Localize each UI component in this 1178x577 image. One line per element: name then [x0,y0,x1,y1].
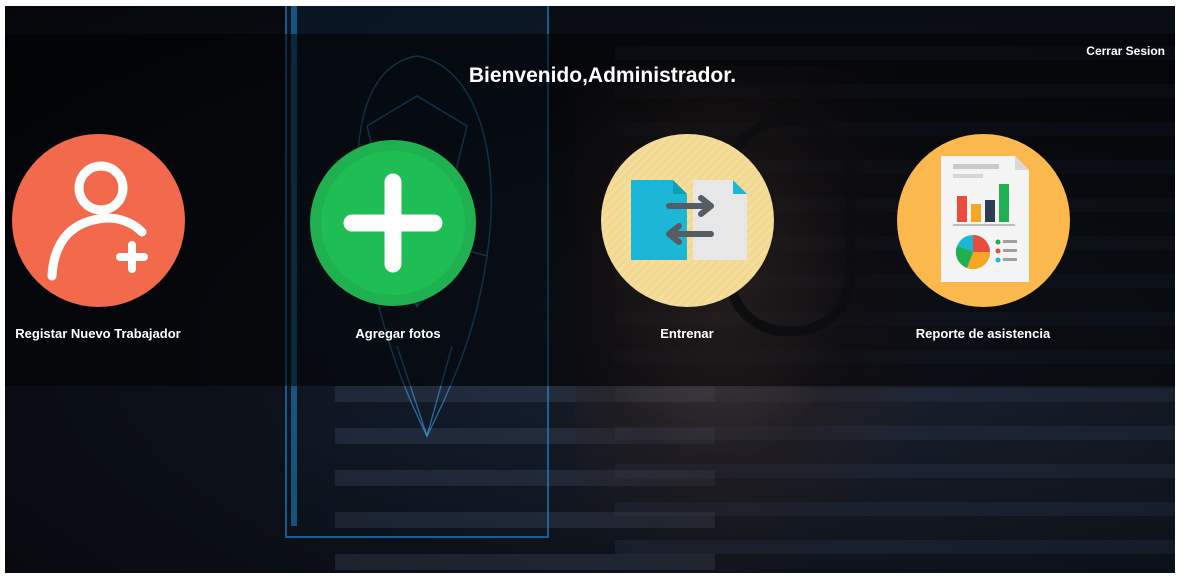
logout-link[interactable]: Cerrar Sesion [1086,44,1165,58]
main-screen: Cerrar Sesion Bienvenido,Administrador. … [5,6,1175,573]
add-photos-label[interactable]: Agregar fotos [278,326,518,341]
report-chart-icon [897,134,1070,307]
register-worker-label[interactable]: Registar Nuevo Trabajador [5,326,218,341]
plus-icon [310,140,476,306]
file-transfer-icon [601,134,774,307]
register-worker-tile[interactable]: Registar Nuevo Trabajador [8,134,188,354]
train-button[interactable] [601,134,774,307]
add-user-icon [12,134,185,307]
attendance-report-tile[interactable]: Reporte de asistencia [893,134,1073,354]
attendance-report-label[interactable]: Reporte de asistencia [863,326,1103,341]
page-title: Bienvenido,Administrador. [468,64,737,87]
register-worker-button[interactable] [12,134,185,307]
add-photos-tile[interactable]: Agregar fotos [308,134,488,354]
add-photos-button[interactable] [310,140,476,306]
attendance-report-button[interactable] [897,134,1070,307]
train-label[interactable]: Entrenar [567,326,807,341]
train-tile[interactable]: Entrenar [597,134,777,354]
